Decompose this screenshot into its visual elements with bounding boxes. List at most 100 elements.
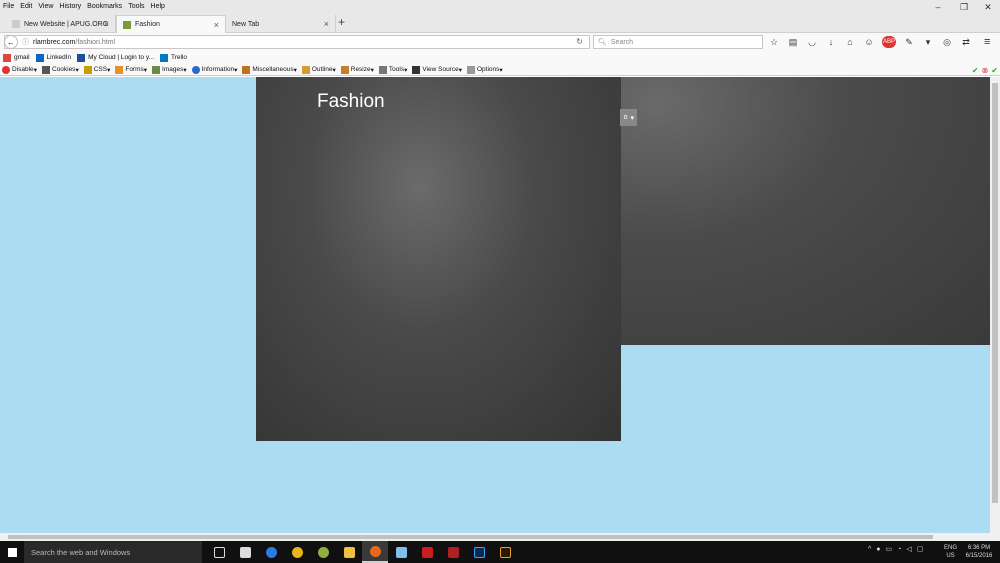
dev-tools[interactable]: Tools ▾ xyxy=(378,65,407,74)
url-host: rlambrec.com xyxy=(33,38,76,46)
volume-icon[interactable]: ◁ xyxy=(906,545,911,553)
eyedropper-icon[interactable]: ✎ xyxy=(903,36,915,48)
menu-bar: File Edit View History Bookmarks Tools H… xyxy=(0,0,1000,12)
menu-view[interactable]: View xyxy=(38,3,53,10)
globe-icon[interactable]: ◎ xyxy=(941,36,953,48)
tab-apug[interactable]: New Website | APUG.ORG × xyxy=(6,15,116,33)
bridge-icon[interactable] xyxy=(492,541,518,563)
file-explorer-icon[interactable] xyxy=(336,541,362,563)
sync-icon[interactable]: ⇄ xyxy=(960,36,972,48)
error-icon[interactable]: ⊗ xyxy=(982,66,989,75)
page-viewport: Fashion o ▾ xyxy=(0,77,990,533)
site-favicon-icon xyxy=(123,20,131,29)
menu-tools[interactable]: Tools xyxy=(128,3,144,10)
tray-app-icon[interactable]: ● xyxy=(876,546,880,553)
dev-images[interactable]: Images ▾ xyxy=(152,65,187,74)
hamburger-menu-icon[interactable]: ≡ xyxy=(984,36,990,48)
home-icon[interactable]: ⌂ xyxy=(844,36,856,48)
wifi-icon[interactable]: ◔ xyxy=(897,546,901,553)
pinwheel-app-icon[interactable] xyxy=(440,541,466,563)
dev-miscellaneous[interactable]: Miscellaneous ▾ xyxy=(242,65,297,74)
css-icon xyxy=(83,65,92,74)
firefox-icon[interactable] xyxy=(362,541,388,563)
dropdown-label: o xyxy=(623,114,628,121)
forms-icon xyxy=(115,65,124,74)
tab-new-tab[interactable]: New Tab × xyxy=(226,15,336,33)
tab-fashion[interactable]: Fashion × xyxy=(116,15,226,33)
dev-information[interactable]: Information ▾ xyxy=(191,65,237,74)
chrome-canary-icon[interactable] xyxy=(310,541,336,563)
dark-panel-right xyxy=(621,77,990,345)
adblock-icon[interactable]: ABP xyxy=(882,36,896,48)
download-icon[interactable]: ↓ xyxy=(825,36,837,48)
menu-help[interactable]: Help xyxy=(151,3,165,10)
check-icon[interactable]: ✔ xyxy=(972,66,979,75)
bookmark-star-icon[interactable]: ☆ xyxy=(768,36,780,48)
reload-icon[interactable]: ↻ xyxy=(576,37,583,46)
reading-list-icon[interactable]: ▤ xyxy=(787,36,799,48)
notepad-icon[interactable] xyxy=(388,541,414,563)
search-input[interactable]: 🔍︎ Search xyxy=(593,35,763,49)
language-indicator[interactable]: ENG US xyxy=(944,544,957,560)
start-button[interactable] xyxy=(0,541,24,563)
taskbar-search[interactable]: Search the web and Windows xyxy=(24,541,202,563)
images-icon xyxy=(152,65,161,74)
store-icon[interactable] xyxy=(232,541,258,563)
task-view-icon[interactable] xyxy=(206,541,232,563)
dark-panel-left xyxy=(256,77,621,441)
resize-icon xyxy=(340,65,349,74)
edge-icon[interactable] xyxy=(258,541,284,563)
bookmark-trello[interactable]: Trello xyxy=(160,53,187,62)
menu-file[interactable]: File xyxy=(3,3,14,10)
url-path: /fashion.html xyxy=(75,38,116,46)
cloud-icon xyxy=(77,53,86,62)
photoshop-icon[interactable] xyxy=(466,541,492,563)
bookmarks-toolbar: gmail LinkedIn My Cloud | Login to y... … xyxy=(0,51,1000,64)
navigation-bar: ← ⓘ rlambrec.com /fashion.html ↻ 🔍︎ Sear… xyxy=(0,33,1000,51)
menu-history[interactable]: History xyxy=(59,3,81,10)
dev-cookies[interactable]: Cookies ▾ xyxy=(41,65,79,74)
chrome-icon[interactable] xyxy=(284,541,310,563)
chat-icon[interactable]: ☺ xyxy=(863,36,875,48)
clock-date: 6/15/2016 xyxy=(965,553,993,559)
taskbar-apps xyxy=(206,541,518,563)
pocket-icon[interactable]: ◡ xyxy=(806,36,818,48)
new-tab-button[interactable]: + xyxy=(338,15,345,29)
vertical-scrollbar[interactable] xyxy=(990,77,1000,533)
info-icon[interactable]: ⓘ xyxy=(22,37,29,47)
close-icon[interactable]: × xyxy=(104,19,109,29)
dev-disable[interactable]: Disable ▾ xyxy=(2,65,37,74)
options-icon xyxy=(466,65,475,74)
validation-status: ✔ ⊗ ✔ xyxy=(969,66,998,75)
horizontal-scrollbar[interactable] xyxy=(0,533,990,541)
dev-css[interactable]: CSS ▾ xyxy=(83,65,110,74)
dev-forms[interactable]: Forms ▾ xyxy=(115,65,147,74)
bookmark-mycloud[interactable]: My Cloud | Login to y... xyxy=(77,53,154,62)
url-bar[interactable]: ← ⓘ rlambrec.com /fashion.html ↻ xyxy=(4,35,590,49)
dev-view-source[interactable]: View Source ▾ xyxy=(412,65,462,74)
scrollbar-thumb[interactable] xyxy=(992,83,998,503)
trello-icon xyxy=(160,53,169,62)
gmail-icon xyxy=(3,53,11,62)
clock[interactable]: 6:36 PM 6/15/2016 xyxy=(962,544,996,560)
filezilla-icon[interactable] xyxy=(414,541,440,563)
scrollbar-thumb[interactable] xyxy=(8,535,933,539)
back-arrow-icon[interactable]: ← xyxy=(4,35,18,49)
menu-edit[interactable]: Edit xyxy=(20,3,32,10)
check-icon[interactable]: ✔ xyxy=(991,66,998,75)
clock-time: 6:36 PM xyxy=(967,545,991,551)
menu-bookmarks[interactable]: Bookmarks xyxy=(87,3,122,10)
battery-icon[interactable]: ▭ xyxy=(886,545,893,553)
bookmark-linkedin[interactable]: LinkedIn xyxy=(35,53,71,62)
notifications-icon[interactable]: ▢ xyxy=(917,545,924,553)
dev-resize[interactable]: Resize ▾ xyxy=(340,65,374,74)
search-icon: 🔍︎ xyxy=(598,39,607,46)
dev-options[interactable]: Options ▾ xyxy=(466,65,503,74)
close-icon[interactable]: × xyxy=(214,20,219,30)
dev-outline[interactable]: Outline ▾ xyxy=(301,65,336,74)
nav-dropdown[interactable]: o ▾ xyxy=(620,109,637,126)
dropdown-arrow-icon[interactable]: ▾ xyxy=(922,36,934,48)
close-icon[interactable]: × xyxy=(324,19,329,29)
chevron-up-icon[interactable]: ^ xyxy=(868,546,871,553)
bookmark-gmail[interactable]: gmail xyxy=(3,53,30,62)
